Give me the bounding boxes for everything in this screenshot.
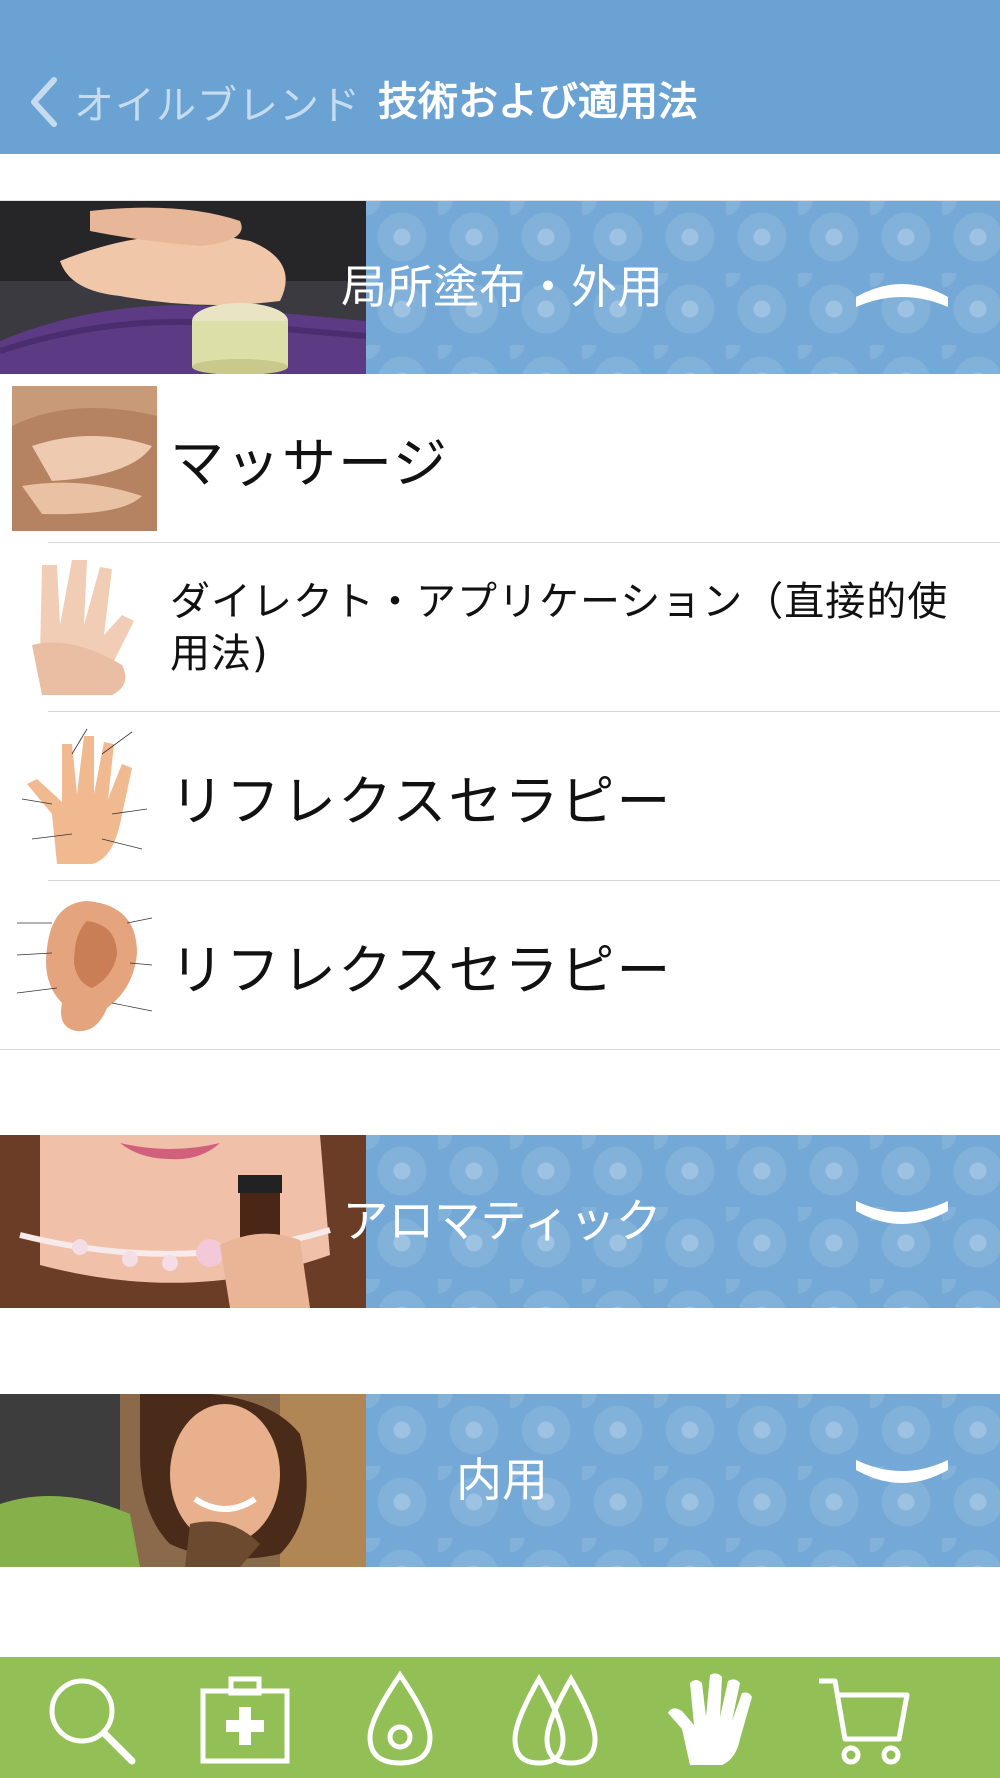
list-item-massage[interactable]: マッサージ xyxy=(0,374,1000,543)
tab-blends[interactable] xyxy=(495,1665,615,1773)
nav-header: オイルブレンド 技術および適用法 xyxy=(0,0,1000,154)
tab-first-aid[interactable] xyxy=(185,1665,305,1773)
tab-cart[interactable] xyxy=(805,1665,925,1773)
tab-more[interactable] xyxy=(960,1665,1000,1773)
item-label: リフレクスセラピー xyxy=(170,939,673,1002)
back-button[interactable]: オイルブレンド xyxy=(28,74,361,130)
cart-icon xyxy=(819,1678,910,1765)
section-internal[interactable]: 内用 xyxy=(0,1394,1000,1567)
chevron-down-icon xyxy=(856,1201,948,1224)
tab-techniques[interactable] xyxy=(650,1665,770,1773)
chevron-left-icon xyxy=(31,77,57,127)
hands-photo xyxy=(12,555,157,700)
section-title: 内用 xyxy=(456,1453,548,1507)
section-aromatic[interactable]: アロマティック xyxy=(0,1135,1000,1308)
tab-single-oils[interactable] xyxy=(340,1665,460,1773)
item-label: ダイレクト・アプリケーション（直接的使用法) xyxy=(170,578,949,677)
search-icon xyxy=(49,1678,136,1765)
section-title: アロマティック xyxy=(342,1194,662,1248)
first-aid-kit-icon xyxy=(200,1676,290,1764)
chevron-up-icon xyxy=(856,284,948,307)
tab-bar xyxy=(0,1657,1000,1778)
massage-photo xyxy=(12,386,157,531)
oil-drops-icon xyxy=(512,1673,598,1766)
topical-photo xyxy=(0,201,366,374)
single-drop-icon xyxy=(367,1670,433,1766)
internal-photo xyxy=(0,1394,366,1567)
ear-reflexology-chart xyxy=(12,893,157,1038)
hand-reflexology-chart xyxy=(12,724,157,869)
list-item-reflexology-ear[interactable]: リフレクスセラピー xyxy=(0,881,1000,1050)
list-item-direct-application[interactable]: ダイレクト・アプリケーション（直接的使用法) xyxy=(0,543,1000,712)
item-label: マッサージ xyxy=(170,432,449,495)
item-label: リフレクスセラピー xyxy=(170,770,673,833)
section-title: 局所塗布・外用 xyxy=(341,260,663,314)
aromatic-photo xyxy=(0,1135,366,1308)
divider xyxy=(0,1049,1000,1050)
chevron-down-icon xyxy=(856,1460,948,1483)
hand-icon xyxy=(668,1673,752,1765)
section-topical[interactable]: 局所塗布・外用 xyxy=(0,201,1000,374)
list-item-reflexology-hand[interactable]: リフレクスセラピー xyxy=(0,712,1000,881)
page-title: 技術および適用法 xyxy=(378,79,698,125)
back-label: オイルブレンド xyxy=(74,83,361,129)
tab-search[interactable] xyxy=(30,1665,150,1773)
